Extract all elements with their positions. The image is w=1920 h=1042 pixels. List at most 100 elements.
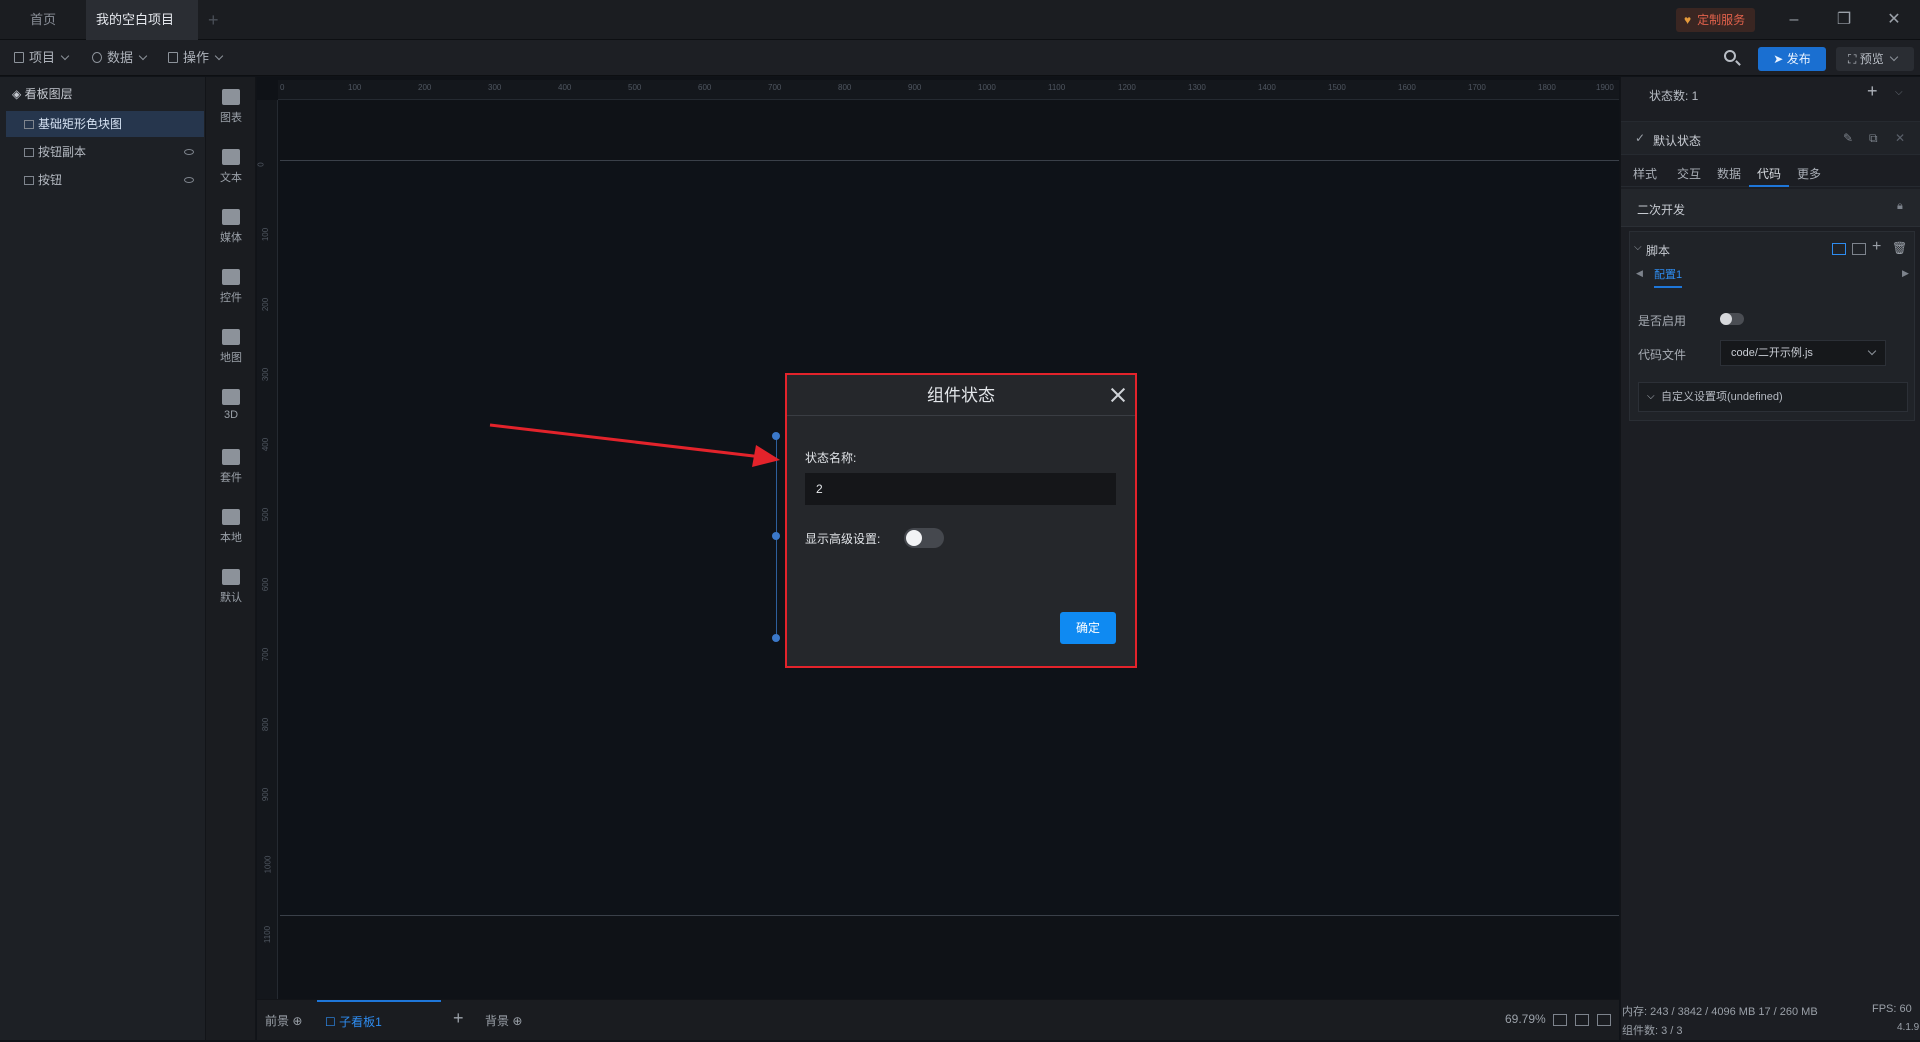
tab-code[interactable]: 代码 [1757, 165, 1781, 182]
add-tab-icon[interactable]: + [208, 10, 219, 31]
fit-screen-icon[interactable] [1553, 1014, 1567, 1026]
chevron-down-icon [1889, 52, 1898, 62]
edit-icon[interactable]: ✎ [1843, 131, 1853, 145]
default-state-row[interactable]: ✓ 默认状态 ✎ ⧉ ✕ [1621, 121, 1920, 155]
version-label: 4.1.9 [1897, 1022, 1920, 1033]
add-board-icon[interactable]: + [453, 1008, 464, 1029]
state-name-input[interactable] [805, 473, 1116, 505]
ruler-tick: 400 [261, 437, 271, 452]
advanced-settings-toggle[interactable] [904, 528, 944, 548]
project-menu[interactable]: 项目 [14, 40, 70, 76]
publish-button[interactable]: ➤ 发布 [1758, 47, 1826, 71]
advanced-settings-label: 显示高级设置: [805, 532, 881, 546]
config-tab[interactable]: 配置1 [1654, 266, 1683, 288]
component-default[interactable]: 默认 [206, 561, 256, 617]
resize-handle[interactable] [772, 532, 780, 540]
ruler-tick: 1000 [978, 83, 996, 92]
layer-item[interactable]: 按钮 [6, 167, 204, 193]
sub-board-tab[interactable]: ☐ 子看板1 [317, 1000, 441, 1040]
ruler-tick: 600 [261, 577, 271, 592]
foreground-tab[interactable]: 前景 ⊕ [265, 1012, 302, 1029]
confirm-button[interactable]: 确定 [1060, 612, 1116, 644]
tab-data[interactable]: 数据 [1717, 165, 1741, 182]
code-file-select[interactable]: code/二开示例.js [1720, 340, 1886, 366]
memory-status: 内存: 243 / 3842 / 4096 MB 17 / 260 MB [1622, 1006, 1818, 1018]
zoom-level[interactable]: 69.79% [1505, 1012, 1546, 1026]
layer-item[interactable]: 按钮副本 [6, 139, 204, 165]
chevron-down-icon [1867, 346, 1877, 356]
component-label: 套件 [220, 472, 242, 484]
terminal-icon[interactable] [1597, 1014, 1611, 1026]
add-state-icon[interactable]: + [1867, 81, 1878, 102]
tab-style[interactable]: 样式 [1633, 165, 1657, 182]
ruler-tick: 300 [488, 83, 502, 92]
component-local[interactable]: 本地 [206, 501, 256, 557]
layer-item[interactable]: 基础矩形色块图 [6, 111, 204, 137]
keyboard-icon[interactable] [1575, 1014, 1589, 1026]
component-control[interactable]: 控件 [206, 261, 256, 317]
chevron-down-icon [60, 51, 70, 61]
component-chart[interactable]: 图表 [206, 81, 256, 137]
close-icon[interactable] [1109, 386, 1127, 404]
ruler-tick: 1300 [1188, 83, 1206, 92]
tab-project[interactable]: 我的空白项目 [86, 0, 198, 65]
operate-menu[interactable]: 操作 [168, 40, 224, 76]
component-text[interactable]: 文本 [206, 141, 256, 197]
grid-layer-icon [24, 120, 34, 129]
add-circle-icon[interactable]: ⊕ [292, 1014, 302, 1028]
add-icon[interactable]: + [1872, 238, 1881, 256]
ruler-tick: 400 [558, 83, 572, 92]
chevron-right-icon[interactable]: ▶ [1902, 268, 1909, 279]
minimize-icon[interactable]: – [1782, 8, 1806, 32]
ruler-tick: 1700 [1468, 83, 1486, 92]
secondary-dev-label: 二次开发 [1637, 203, 1686, 217]
chevron-down-icon[interactable]: ⌵ [1634, 242, 1642, 253]
add-circle-icon[interactable]: ⊕ [512, 1014, 522, 1028]
component-label: 媒体 [220, 232, 242, 244]
code-file-label: 代码文件 [1638, 348, 1687, 362]
code-file-value: code/二开示例.js [1731, 347, 1813, 359]
restore-icon[interactable]: ❐ [1832, 8, 1856, 32]
component-map[interactable]: 地图 [206, 321, 256, 377]
eye-icon[interactable] [184, 177, 194, 183]
eye-icon[interactable] [184, 149, 194, 155]
component-3d[interactable]: 3D [206, 381, 256, 437]
chevron-left-icon[interactable]: ◀ [1636, 268, 1643, 279]
layer-label: 基础矩形色块图 [38, 117, 123, 131]
puzzle-icon [222, 509, 240, 525]
secondary-dev-section[interactable]: 二次开发 🔒︎ [1621, 189, 1920, 227]
ruler-tick: 700 [768, 83, 782, 92]
control-icon [222, 269, 240, 285]
chevron-down-icon[interactable]: ⌵ [1895, 87, 1903, 98]
tab-home[interactable]: 首页 [12, 0, 74, 40]
search-icon[interactable] [1722, 48, 1742, 68]
custom-settings-row[interactable]: ⌵ 自定义设置项(undefined) [1638, 382, 1908, 412]
ruler-left: 0 100 200 300 400 500 600 700 800 900 10… [257, 100, 278, 999]
table-icon[interactable] [1852, 243, 1866, 255]
ruler-tick: 900 [908, 83, 922, 92]
lock-icon[interactable]: 🔒︎ [1897, 200, 1903, 213]
preview-button[interactable]: ⛶ 预览 [1836, 47, 1914, 71]
chevron-down-icon: ⌵ [1647, 391, 1655, 402]
copy-icon[interactable]: ⧉ [1869, 131, 1878, 146]
delete-icon[interactable]: ✕ [1895, 131, 1905, 145]
title-bar: 首页 我的空白项目 + ♥ 定制服务 – ❐ ✕ [0, 0, 1920, 65]
component-label: 本地 [220, 532, 242, 544]
script-title: 脚本 [1646, 244, 1671, 258]
tab-interaction[interactable]: 交互 [1677, 165, 1701, 182]
component-media[interactable]: 媒体 [206, 201, 256, 257]
tab-more[interactable]: 更多 [1797, 165, 1821, 182]
trash-icon[interactable]: 🗑︎ [1892, 241, 1907, 255]
check-icon: ✓ [1635, 131, 1646, 145]
enable-toggle[interactable] [1720, 313, 1744, 325]
sub-board-label: 子看板1 [339, 1015, 382, 1029]
custom-service-button[interactable]: ♥ 定制服务 [1676, 8, 1756, 32]
data-menu[interactable]: 数据 [92, 40, 148, 76]
component-label: 文本 [220, 172, 242, 184]
resize-handle[interactable] [772, 634, 780, 642]
component-suite[interactable]: 套件 [206, 441, 256, 497]
layout-icon[interactable] [1832, 243, 1846, 255]
background-tab[interactable]: 背景 ⊕ [485, 1012, 522, 1029]
publish-label: 发布 [1786, 52, 1811, 66]
close-window-icon[interactable]: ✕ [1882, 8, 1906, 32]
